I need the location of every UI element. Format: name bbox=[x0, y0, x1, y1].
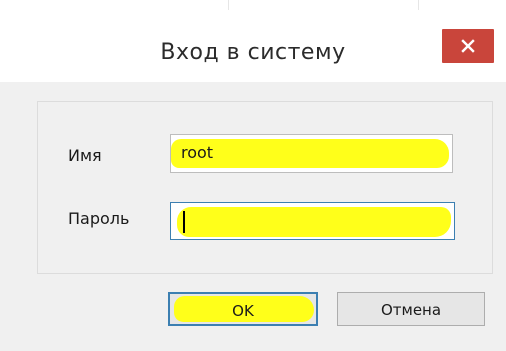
text-caret bbox=[183, 211, 185, 233]
dialog-titlebar[interactable]: Вход в систему bbox=[0, 10, 506, 82]
dialog-title: Вход в систему bbox=[160, 40, 346, 65]
username-label: Имя bbox=[68, 146, 102, 165]
password-field[interactable] bbox=[170, 202, 455, 240]
divider bbox=[418, 0, 419, 10]
close-button[interactable] bbox=[442, 29, 494, 63]
password-highlight bbox=[177, 207, 451, 237]
cancel-button[interactable]: Отмена bbox=[337, 292, 485, 326]
close-icon bbox=[461, 39, 475, 53]
password-label: Пароль bbox=[68, 209, 130, 228]
divider bbox=[228, 0, 229, 10]
cancel-button-label: Отмена bbox=[380, 301, 442, 319]
login-groupbox bbox=[37, 101, 493, 274]
ok-button[interactable]: OK bbox=[168, 292, 318, 326]
username-field[interactable]: root bbox=[170, 134, 453, 173]
ok-button-label: OK bbox=[232, 302, 254, 320]
username-value: root bbox=[181, 143, 214, 162]
